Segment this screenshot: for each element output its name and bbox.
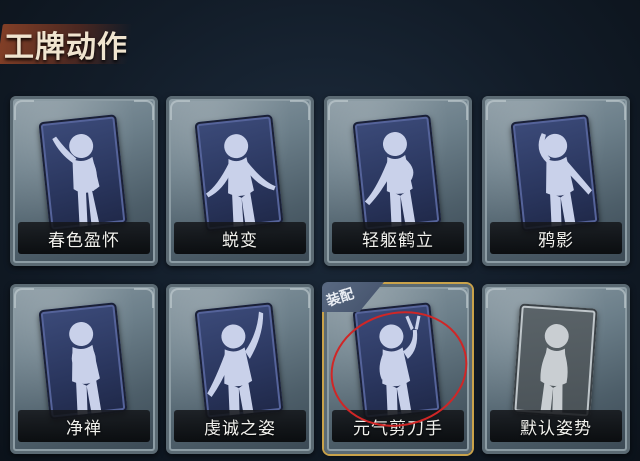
page-title: 工牌动作 bbox=[4, 30, 128, 65]
default-pose-icon bbox=[540, 324, 569, 415]
emote-card-yuanqi[interactable]: 元气剪刀手 装配 bbox=[318, 282, 480, 454]
pose-card bbox=[510, 114, 600, 232]
emote-label: 鸦影 bbox=[538, 230, 574, 251]
arm-up-pose-icon bbox=[207, 311, 264, 416]
pose-card bbox=[38, 302, 128, 420]
arms-out-pose-icon bbox=[205, 134, 276, 227]
raise-hand-pose-icon bbox=[52, 134, 100, 227]
pose-card bbox=[194, 114, 284, 232]
emote-label: 轻躯鹤立 bbox=[362, 230, 434, 251]
emote-card-chunse[interactable]: 春色盈怀 bbox=[10, 96, 158, 266]
pose-card bbox=[194, 302, 284, 420]
hand-head-pose-icon bbox=[538, 133, 593, 227]
section-header: 工牌动作 bbox=[0, 14, 160, 72]
pose-card bbox=[38, 114, 128, 232]
emote-card-tuibian[interactable]: 蜕变 bbox=[166, 96, 314, 266]
hands-chest-pose-icon bbox=[69, 322, 102, 415]
emote-label: 春色盈怀 bbox=[48, 230, 120, 251]
emote-label: 净禅 bbox=[66, 418, 102, 439]
emote-label: 元气剪刀手 bbox=[353, 418, 443, 439]
emote-card-yaying[interactable]: 鸦影 bbox=[482, 96, 630, 266]
emote-card-qingqu[interactable]: 轻躯鹤立 bbox=[324, 96, 472, 266]
emote-card-qiancheng[interactable]: 虔诚之姿 bbox=[166, 284, 314, 454]
equipped-badge-text: 装配 bbox=[324, 286, 357, 310]
pose-card bbox=[352, 114, 442, 232]
pose-card bbox=[512, 303, 598, 419]
emote-card-moren[interactable]: 默认姿势 bbox=[482, 284, 630, 454]
pose-card bbox=[352, 302, 442, 420]
emote-label: 默认姿势 bbox=[520, 418, 592, 439]
emote-label: 虔诚之姿 bbox=[204, 418, 276, 439]
hand-hip-pose-icon bbox=[364, 132, 416, 227]
emote-card-jingchan[interactable]: 净禅 bbox=[10, 284, 158, 454]
emote-label: 蜕变 bbox=[222, 230, 258, 251]
peace-sign-pose-icon bbox=[379, 315, 421, 416]
